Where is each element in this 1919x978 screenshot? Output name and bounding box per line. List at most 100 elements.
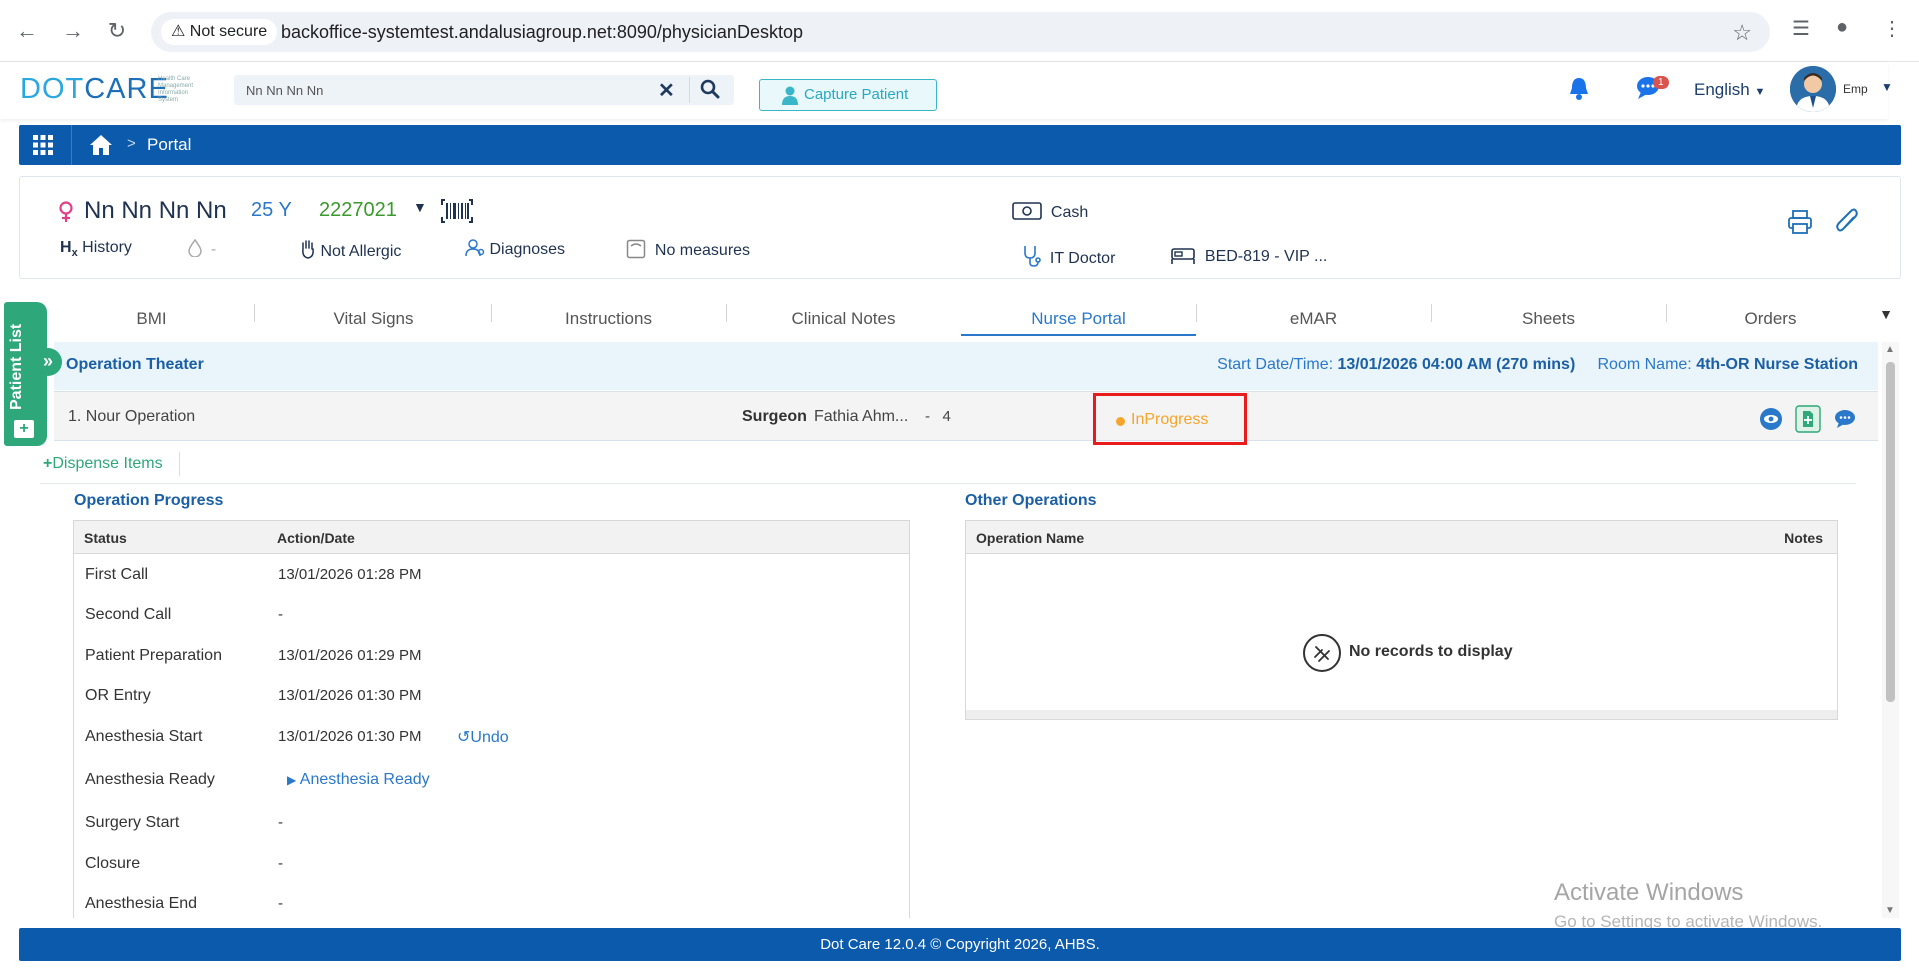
tab-emar[interactable]: eMAR (1196, 296, 1431, 336)
warning-icon: ⚠ (171, 23, 186, 40)
user-menu-chevron-icon[interactable]: ▼ (1881, 80, 1893, 94)
horizontal-scrollbar[interactable] (966, 710, 1837, 719)
attachment-icon[interactable] (1834, 207, 1860, 242)
app-header: DOTCARE Health Care Management Informati… (0, 62, 1893, 119)
mrn-dropdown-icon[interactable]: ▼ (413, 199, 427, 215)
chat-count-badge: 1 (1653, 76, 1669, 89)
profile-icon[interactable]: ● (1836, 16, 1848, 39)
search-icon[interactable] (700, 79, 720, 104)
bed-info: BED-819 - VIP ... (1170, 245, 1327, 266)
print-icon[interactable] (1787, 209, 1813, 240)
hand-icon (300, 240, 320, 260)
user-avatar[interactable] (1790, 66, 1836, 112)
breadcrumb-separator: > (127, 135, 136, 152)
female-icon (58, 201, 74, 228)
activation-watermark: Activate Windows (1554, 879, 1744, 906)
tab-divider (254, 304, 255, 322)
tab-bmi[interactable]: BMI (47, 296, 256, 336)
payer-info: Cash (1012, 202, 1088, 222)
back-icon[interactable]: ← (14, 18, 40, 44)
tab-clinical-notes[interactable]: Clinical Notes (726, 296, 961, 336)
operation-row[interactable]: 1. Nour Operation Surgeon Fathia Ahm... … (54, 391, 1878, 445)
table-header: Status Action/Date (74, 521, 909, 554)
search-divider (689, 77, 690, 103)
surgeon-name: Fathia Ahm... (814, 408, 909, 425)
patient-name[interactable]: Nn Nn Nn Nn (84, 197, 227, 225)
patient-search-input[interactable] (246, 80, 646, 100)
patient-list-tab[interactable]: Patient List » + (4, 302, 62, 446)
scrollbar-thumb[interactable] (1886, 362, 1895, 702)
language-selector[interactable]: English ▼ (1694, 80, 1765, 100)
table-row: Patient Preparation 13/01/2026 01:29 PM (85, 647, 422, 664)
home-icon[interactable] (89, 134, 113, 161)
add-patient-icon[interactable]: + (14, 420, 34, 438)
other-operations-table: Operation Name Notes No records to displ… (965, 520, 1838, 720)
forward-icon[interactable]: → (60, 18, 86, 44)
anesthesia-ready-action[interactable]: ▶ Anesthesia Ready (287, 771, 430, 789)
attending-doctor: IT Doctor (1023, 245, 1115, 268)
measures-link[interactable]: No measures (626, 239, 750, 260)
tab-orders[interactable]: Orders (1666, 296, 1875, 336)
table-header: Operation Name Notes (966, 521, 1837, 554)
dispense-items-button[interactable]: +Dispense Items (43, 455, 163, 473)
media-control-icon[interactable]: ☰ (1792, 16, 1810, 41)
patient-banner: Nn Nn Nn Nn 25 Y 2227021 ▼ Hx History - … (19, 176, 1901, 279)
dotcare-logo[interactable]: DOTCARE (20, 73, 169, 106)
empty-state-message: No records to display (1349, 643, 1513, 660)
column-action-date: Action/Date (277, 530, 355, 546)
not-secure-indicator[interactable]: ⚠ Not secure (161, 19, 278, 45)
scroll-up-icon[interactable]: ▲ (1885, 344, 1895, 355)
breadcrumb-divider (71, 125, 72, 165)
stethoscope-icon (1023, 246, 1045, 267)
portal-tabs: BMI Vital Signs Instructions Clinical No… (47, 296, 1901, 336)
operation-progress-table: Status Action/Date First Call 13/01/2026… (73, 520, 910, 918)
blood-drop-icon (188, 238, 206, 258)
expand-chevron-icon[interactable]: » (34, 348, 62, 376)
tab-vital-signs[interactable]: Vital Signs (256, 296, 491, 336)
allergy-status[interactable]: Not Allergic (300, 239, 401, 261)
breadcrumb-current: Portal (147, 135, 192, 154)
browser-menu-icon[interactable]: ⋮ (1882, 16, 1902, 41)
clear-search-icon[interactable]: ✕ (658, 78, 675, 103)
column-operation-name: Operation Name (976, 530, 1085, 546)
operation-schedule: Start Date/Time: 13/01/2026 04:00 AM (27… (1217, 356, 1858, 373)
comment-icon[interactable] (1834, 409, 1856, 434)
status-badge: InProgress (1131, 411, 1209, 428)
vertical-scrollbar[interactable]: ▲ ▼ (1882, 342, 1899, 918)
capture-patient-button[interactable]: Capture Patient (759, 79, 937, 111)
play-icon: ▶ (287, 773, 297, 787)
add-document-icon[interactable] (1795, 405, 1822, 438)
surgeon-label: Surgeon (742, 408, 807, 425)
patient-search: ✕ (234, 75, 734, 105)
chevron-down-icon: ▼ (1754, 86, 1766, 98)
tab-sheets[interactable]: Sheets (1431, 296, 1666, 336)
barcode-icon[interactable] (441, 199, 473, 228)
table-row: OR Entry 13/01/2026 01:30 PM (85, 687, 422, 704)
operation-number: - 4 (925, 408, 951, 425)
view-eye-icon[interactable] (1759, 407, 1783, 436)
patient-mrn[interactable]: 2227021 (319, 199, 397, 222)
scroll-down-icon[interactable]: ▼ (1885, 905, 1895, 916)
status-dot-icon (1116, 417, 1125, 426)
undo-button[interactable]: ↺Undo (457, 727, 509, 747)
app-grid-icon[interactable] (32, 134, 54, 161)
tab-instructions[interactable]: Instructions (491, 296, 726, 336)
diagnoses-link[interactable]: Diagnoses (465, 239, 565, 259)
table-row: Anesthesia Ready ▶ Anesthesia Ready (85, 771, 430, 789)
address-bar[interactable]: ⚠ Not secure backoffice-systemtest.andal… (151, 12, 1770, 52)
history-link[interactable]: Hx History (60, 239, 132, 259)
operation-progress-title: Operation Progress (74, 492, 224, 509)
no-records-icon (1302, 633, 1342, 678)
scale-icon (626, 239, 650, 259)
url-text[interactable]: backoffice-systemtest.andalusiagroup.net… (281, 12, 803, 52)
bookmark-star-icon[interactable]: ☆ (1732, 20, 1752, 46)
diagnosis-icon (465, 239, 489, 258)
reload-icon[interactable]: ↻ (104, 18, 130, 44)
notification-bell-icon[interactable] (1567, 76, 1591, 107)
column-status: Status (84, 530, 127, 546)
user-name[interactable]: Emp (1843, 82, 1868, 96)
tab-nurse-portal[interactable]: Nurse Portal (961, 296, 1196, 336)
breadcrumb: > Portal (19, 125, 1901, 165)
patient-age: 25 Y (251, 199, 292, 221)
more-tabs-chevron-icon[interactable]: ▼ (1879, 306, 1893, 322)
